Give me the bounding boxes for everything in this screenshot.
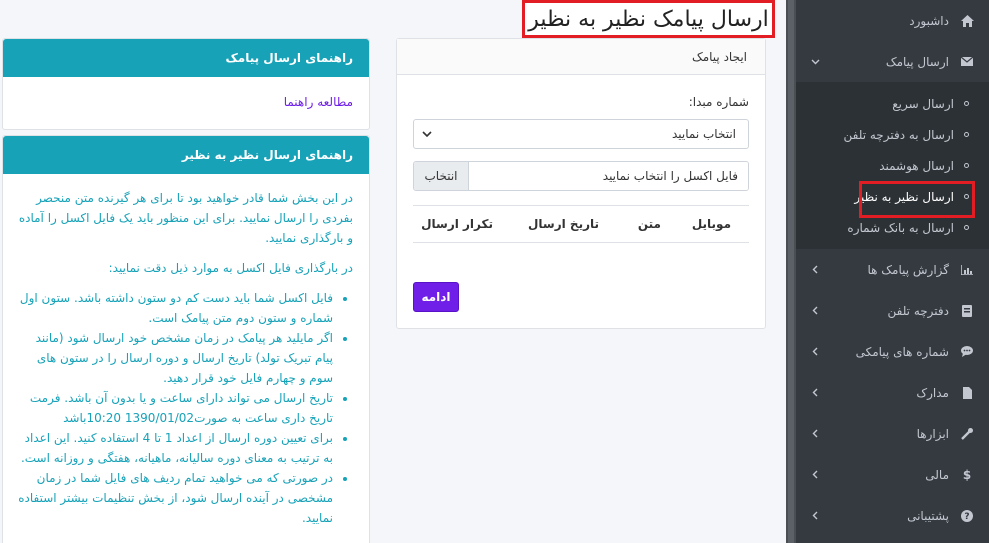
- list-item: در صورتی که می خواهید تمام ردیف های فایل…: [17, 468, 333, 528]
- chevron-left-icon: [810, 388, 820, 398]
- column-header-send-date: تاریخ ارسال: [528, 217, 599, 231]
- sidebar-item-sms-numbers[interactable]: شماره های پیامکی: [796, 331, 989, 372]
- origin-number-label: شماره مبدا:: [688, 95, 749, 109]
- dollar-icon: $: [962, 467, 972, 482]
- sidebar-item-phonebook[interactable]: دفترچه تلفن: [796, 290, 989, 331]
- scrollbar-thumb[interactable]: [788, 0, 794, 543]
- continue-button[interactable]: ادامه: [413, 282, 459, 312]
- chevron-left-icon: [810, 347, 820, 357]
- chevron-left-icon: [810, 511, 820, 521]
- p2p-guide-card: راهنمای ارسال نظیر به نظیر در این بخش شم…: [2, 135, 370, 543]
- file-input-placeholder[interactable]: فایل اکسل را انتخاب نمایید: [469, 162, 748, 190]
- sidebar: داشبورد ارسال پیامک ارسال سریع ارسال به …: [796, 0, 989, 543]
- chevron-down-icon: [422, 129, 432, 139]
- sms-guide-title: راهنمای ارسال پیامک: [3, 39, 369, 77]
- list-item: برای تعیین دوره ارسال از اعداد 1 تا 4 اس…: [17, 428, 333, 468]
- submenu-item-number-bank[interactable]: ارسال به بانک شماره: [796, 212, 989, 243]
- wrench-icon: [959, 427, 975, 440]
- sidebar-item-label: مدارک: [916, 385, 949, 400]
- sidebar-item-financial[interactable]: $ مالی: [796, 454, 989, 495]
- select-value: انتخاب نمایید: [671, 127, 736, 141]
- sidebar-item-send-sms[interactable]: ارسال پیامک: [796, 41, 989, 82]
- sidebar-item-label: گزارش پیامک ها: [867, 262, 949, 277]
- submenu-item-label: ارسال به دفترچه تلفن: [843, 127, 954, 142]
- sidebar-item-documents[interactable]: مدارک: [796, 372, 989, 413]
- address-book-icon: [959, 304, 975, 317]
- card-title: ایجاد پیامک: [397, 39, 765, 75]
- guide-intro: در این بخش شما قادر خواهید بود تا برای ه…: [18, 191, 353, 245]
- chevron-left-icon: [810, 429, 820, 439]
- list-item: اگر مایلید هر پیامک در زمان مشخص خود ارس…: [17, 328, 333, 388]
- submenu-item-label: ارسال به بانک شماره: [847, 220, 954, 235]
- column-header-repeat: تکرار ارسال: [421, 217, 493, 231]
- p2p-guide-title: راهنمای ارسال نظیر به نظیر: [3, 136, 369, 174]
- chevron-left-icon: [810, 470, 820, 480]
- create-sms-card: ایجاد پیامک شماره مبدا: انتخاب نمایید فا…: [396, 38, 766, 329]
- question-circle-icon: ?: [959, 509, 975, 522]
- circle-icon: [964, 101, 969, 106]
- sidebar-item-label: دفترچه تلفن: [887, 303, 949, 318]
- sms-guide-card: راهنمای ارسال پیامک مطالعه راهنما: [2, 38, 370, 130]
- origin-number-select[interactable]: انتخاب نمایید: [413, 119, 749, 149]
- guide-bullets: فایل اکسل شما باید دست کم دو ستون داشته …: [17, 288, 353, 528]
- sidebar-item-label: داشبورد: [909, 13, 949, 28]
- envelope-icon: [959, 57, 975, 66]
- sidebar-item-label: مالی: [925, 467, 949, 482]
- svg-text:?: ?: [964, 512, 969, 522]
- submenu-item-label: ارسال هوشمند: [879, 158, 954, 173]
- circle-icon: [964, 225, 969, 230]
- chevron-left-icon: [810, 306, 820, 316]
- circle-icon: [964, 163, 969, 168]
- sidebar-item-label: ارسال پیامک: [885, 54, 949, 69]
- send-sms-submenu: ارسال سریع ارسال به دفترچه تلفن ارسال هو…: [796, 82, 989, 249]
- sidebar-item-label: ابزارها: [916, 426, 949, 441]
- browse-button[interactable]: انتخاب: [414, 162, 469, 190]
- submenu-item-quick-send[interactable]: ارسال سریع: [796, 88, 989, 119]
- circle-icon: [964, 132, 969, 137]
- column-header-mobile: موبایل: [691, 217, 731, 231]
- preview-table-header: موبایل متن تاریخ ارسال تکرار ارسال: [413, 205, 749, 243]
- sidebar-item-sms-reports[interactable]: گزارش پیامک ها: [796, 249, 989, 290]
- submenu-item-peer-to-peer[interactable]: ارسال نظیر به نظیر: [796, 181, 989, 218]
- column-header-text: متن: [637, 217, 661, 231]
- sidebar-item-label: شماره های پیامکی: [855, 344, 949, 359]
- list-item: تاریخ ارسال می تواند دارای ساعت و یا بدو…: [17, 388, 333, 428]
- sidebar-item-tools[interactable]: ابزارها: [796, 413, 989, 454]
- chevron-left-icon: [810, 265, 820, 275]
- submenu-item-phonebook-send[interactable]: ارسال به دفترچه تلفن: [796, 119, 989, 150]
- submenu-item-smart-send[interactable]: ارسال هوشمند: [796, 150, 989, 181]
- sidebar-item-label: پشتیبانی: [907, 508, 949, 523]
- home-icon: [959, 14, 975, 27]
- file-icon: [959, 386, 975, 399]
- guide-upload-note: در بارگذاری فایل اکسل به موارد ذیل دقت ن…: [108, 261, 353, 275]
- comment-icon: [959, 346, 975, 357]
- page-title: ارسال پیامک نظیر به نظیر: [522, 0, 775, 38]
- list-item: فایل اکسل شما باید دست کم دو ستون داشته …: [17, 288, 333, 328]
- sidebar-item-dashboard[interactable]: داشبورد: [796, 0, 989, 41]
- submenu-item-label: ارسال سریع: [892, 96, 954, 111]
- chart-icon: [959, 264, 975, 275]
- p2p-guide-body: در این بخش شما قادر خواهید بود تا برای ه…: [3, 174, 369, 528]
- excel-file-input[interactable]: فایل اکسل را انتخاب نمایید انتخاب: [413, 161, 749, 191]
- chevron-down-icon: [810, 57, 820, 67]
- sidebar-item-support[interactable]: ? پشتیبانی: [796, 495, 989, 536]
- read-guide-link[interactable]: مطالعه راهنما: [284, 95, 353, 109]
